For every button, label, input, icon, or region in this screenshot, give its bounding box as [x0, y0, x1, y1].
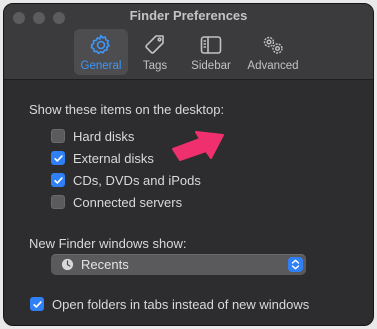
- checkmark-icon: [53, 176, 63, 184]
- cds-dvds-ipods-checkbox[interactable]: [51, 173, 65, 187]
- external-disks-label: External disks: [73, 150, 154, 166]
- connected-servers-checkbox[interactable]: [51, 195, 65, 209]
- connected-servers-option[interactable]: Connected servers: [51, 194, 182, 210]
- tab-tags[interactable]: Tags: [130, 29, 180, 75]
- clock-icon: [61, 258, 74, 271]
- hard-disks-label: Hard disks: [73, 128, 135, 144]
- gears-icon: [263, 36, 283, 54]
- tab-sidebar[interactable]: Sidebar: [182, 29, 240, 75]
- checkmark-icon: [32, 300, 42, 308]
- open-in-tabs-option[interactable]: Open folders in tabs instead of new wind…: [30, 296, 309, 312]
- gear-icon: [90, 34, 110, 55]
- chevron-updown-icon: [291, 259, 300, 270]
- desktop-items-heading: Show these items on the desktop:: [29, 102, 225, 117]
- hard-disks-checkbox[interactable]: [51, 129, 65, 143]
- hard-disks-option[interactable]: Hard disks: [51, 128, 134, 144]
- window-title: Finder Preferences: [129, 8, 248, 23]
- sidebar-icon: [200, 36, 222, 54]
- external-disks-checkbox[interactable]: [51, 151, 65, 165]
- general-pane: Show these items on the desktop: Hard di…: [4, 81, 373, 325]
- toolbar: Finder Preferences General Tags Sidebar …: [4, 4, 373, 80]
- new-window-heading: New Finder windows show:: [29, 236, 187, 251]
- checkmark-icon: [53, 154, 63, 162]
- cds-dvds-ipods-label: CDs, DVDs and iPods: [73, 172, 201, 188]
- preference-tabs: General Tags Sidebar Advanced: [74, 29, 304, 75]
- new-window-select-value: Recents: [81, 257, 129, 272]
- tab-general[interactable]: General: [74, 29, 128, 75]
- tab-tags-label: Tags: [142, 60, 168, 72]
- open-in-tabs-checkbox[interactable]: [30, 297, 44, 311]
- finder-preferences-window: Finder Preferences General Tags Sidebar …: [3, 3, 374, 326]
- tab-general-label: General: [80, 60, 122, 72]
- open-in-tabs-label: Open folders in tabs instead of new wind…: [52, 296, 310, 312]
- external-disks-option[interactable]: External disks: [51, 150, 154, 166]
- cds-dvds-ipods-option[interactable]: CDs, DVDs and iPods: [51, 172, 201, 188]
- tag-icon: [145, 35, 164, 54]
- connected-servers-label: Connected servers: [73, 194, 183, 210]
- tab-sidebar-label: Sidebar: [191, 60, 231, 72]
- tab-advanced[interactable]: Advanced: [242, 29, 304, 75]
- tab-advanced-label: Advanced: [247, 60, 299, 72]
- new-window-select[interactable]: Recents: [51, 254, 306, 275]
- select-stepper[interactable]: [288, 257, 303, 272]
